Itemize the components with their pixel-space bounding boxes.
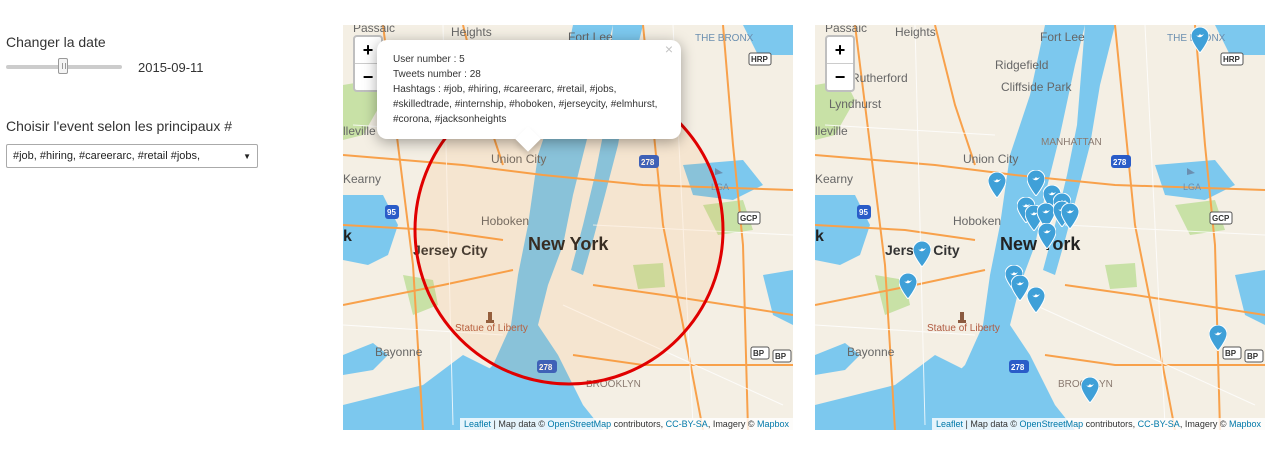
map-label: Heights <box>451 25 492 39</box>
map-label: Lyndhurst <box>829 97 882 111</box>
map-label: MANHATTAN <box>1041 137 1102 148</box>
highway-shield: 278 <box>1011 363 1025 372</box>
zoom-control: + − <box>825 35 855 92</box>
twitter-bird-icon[interactable] <box>1080 376 1100 404</box>
map-label: Statue of Liberty <box>927 323 1000 334</box>
map-label: Fort Lee <box>1040 30 1085 44</box>
highway-shield: HRP <box>751 55 769 64</box>
map-label: Bayonne <box>847 345 895 359</box>
attribution-text: contributors, <box>1083 419 1138 429</box>
mapbox-link[interactable]: Mapbox <box>757 419 789 429</box>
attribution-text: | Map data © <box>963 419 1020 429</box>
map-label: LGA <box>1183 182 1201 192</box>
popup-hashtags: Hashtags : #job, #hiring, #careerarc, #r… <box>393 84 658 125</box>
osm-link[interactable]: OpenStreetMap <box>548 419 612 429</box>
leaflet-link[interactable]: Leaflet <box>936 419 963 429</box>
map-label: THE BRONX <box>695 33 754 44</box>
map-label: Passaic <box>825 25 867 35</box>
event-select[interactable]: #job, #hiring, #careerarc, #retail #jobs… <box>6 144 258 168</box>
highway-shield: GCP <box>1212 214 1230 223</box>
license-link[interactable]: CC-BY-SA <box>1138 419 1180 429</box>
map-tweets-view[interactable]: Passaic Heights Fort Lee THE BRONX Ruthe… <box>815 25 1265 430</box>
highway-shield: HRP <box>1223 55 1241 64</box>
attribution-text: | Map data © <box>491 419 548 429</box>
highway-shield: 95 <box>859 208 868 217</box>
slider-handle[interactable] <box>58 58 68 74</box>
map-label: Passaic <box>353 25 395 35</box>
map-label: k <box>343 228 352 245</box>
map-label: lleville <box>343 124 376 138</box>
date-row: 2015-09-11 <box>6 58 306 76</box>
twitter-bird-icon[interactable] <box>1060 202 1080 230</box>
map-label: Hoboken <box>953 214 1001 228</box>
attribution-text: , Imagery © <box>707 419 757 429</box>
osm-link[interactable]: OpenStreetMap <box>1020 419 1084 429</box>
mapbox-link[interactable]: Mapbox <box>1229 419 1261 429</box>
map-label: Bayonne <box>375 345 423 359</box>
map-label: Rutherford <box>851 71 908 85</box>
highway-shield: BP <box>753 349 765 358</box>
license-link[interactable]: CC-BY-SA <box>666 419 708 429</box>
attribution-text: , Imagery © <box>1179 419 1229 429</box>
highway-shield: 278 <box>1113 158 1127 167</box>
twitter-bird-icon[interactable] <box>898 272 918 300</box>
date-value: 2015-09-11 <box>138 59 204 75</box>
map-label: Cliffside Park <box>1001 80 1072 94</box>
map-label: Union City <box>963 152 1018 166</box>
event-select-value: #job, #hiring, #careerarc, #retail #jobs… <box>13 150 201 162</box>
map-attribution: Leaflet | Map data © OpenStreetMap contr… <box>932 418 1265 430</box>
highway-shield: BP <box>1247 352 1259 361</box>
popup-tweets-number: Tweets number : 28 <box>393 69 481 80</box>
chevron-down-icon: ▼ <box>243 151 251 161</box>
map-label: lleville <box>815 124 848 138</box>
twitter-bird-icon[interactable] <box>1190 26 1210 54</box>
event-label: Choisir l'event selon les principaux # <box>6 118 233 134</box>
map-label: k <box>815 228 824 245</box>
event-popup: × User number : 5 Tweets number : 28 Has… <box>377 40 681 152</box>
map-attribution: Leaflet | Map data © OpenStreetMap contr… <box>460 418 793 430</box>
leaflet-link[interactable]: Leaflet <box>464 419 491 429</box>
map-circle-view[interactable]: Passaic Heights Fort Lee THE BRONX llevi… <box>343 25 793 430</box>
date-slider[interactable] <box>6 58 122 74</box>
zoom-out-button[interactable]: − <box>827 64 853 90</box>
map-label: Kearny <box>343 172 381 186</box>
controls-panel: Changer la date 2015-09-11 Choisir l'eve… <box>6 34 306 168</box>
popup-user-number: User number : 5 <box>393 54 465 65</box>
zoom-in-button[interactable]: + <box>827 37 853 64</box>
date-label: Changer la date <box>6 34 106 50</box>
twitter-bird-icon[interactable] <box>1208 324 1228 352</box>
highway-shield: 95 <box>387 208 396 217</box>
map-label: Kearny <box>815 172 853 186</box>
highway-shield: BP <box>775 352 787 361</box>
close-icon[interactable]: × <box>665 42 673 57</box>
map-label: Heights <box>895 25 936 39</box>
twitter-bird-icon[interactable] <box>987 171 1007 199</box>
highway-shield: GCP <box>740 214 758 223</box>
attribution-text: contributors, <box>611 419 666 429</box>
twitter-bird-icon[interactable] <box>912 240 932 268</box>
twitter-bird-icon[interactable] <box>1037 222 1057 250</box>
map-label: Ridgefield <box>995 58 1048 72</box>
twitter-bird-icon[interactable] <box>1026 286 1046 314</box>
